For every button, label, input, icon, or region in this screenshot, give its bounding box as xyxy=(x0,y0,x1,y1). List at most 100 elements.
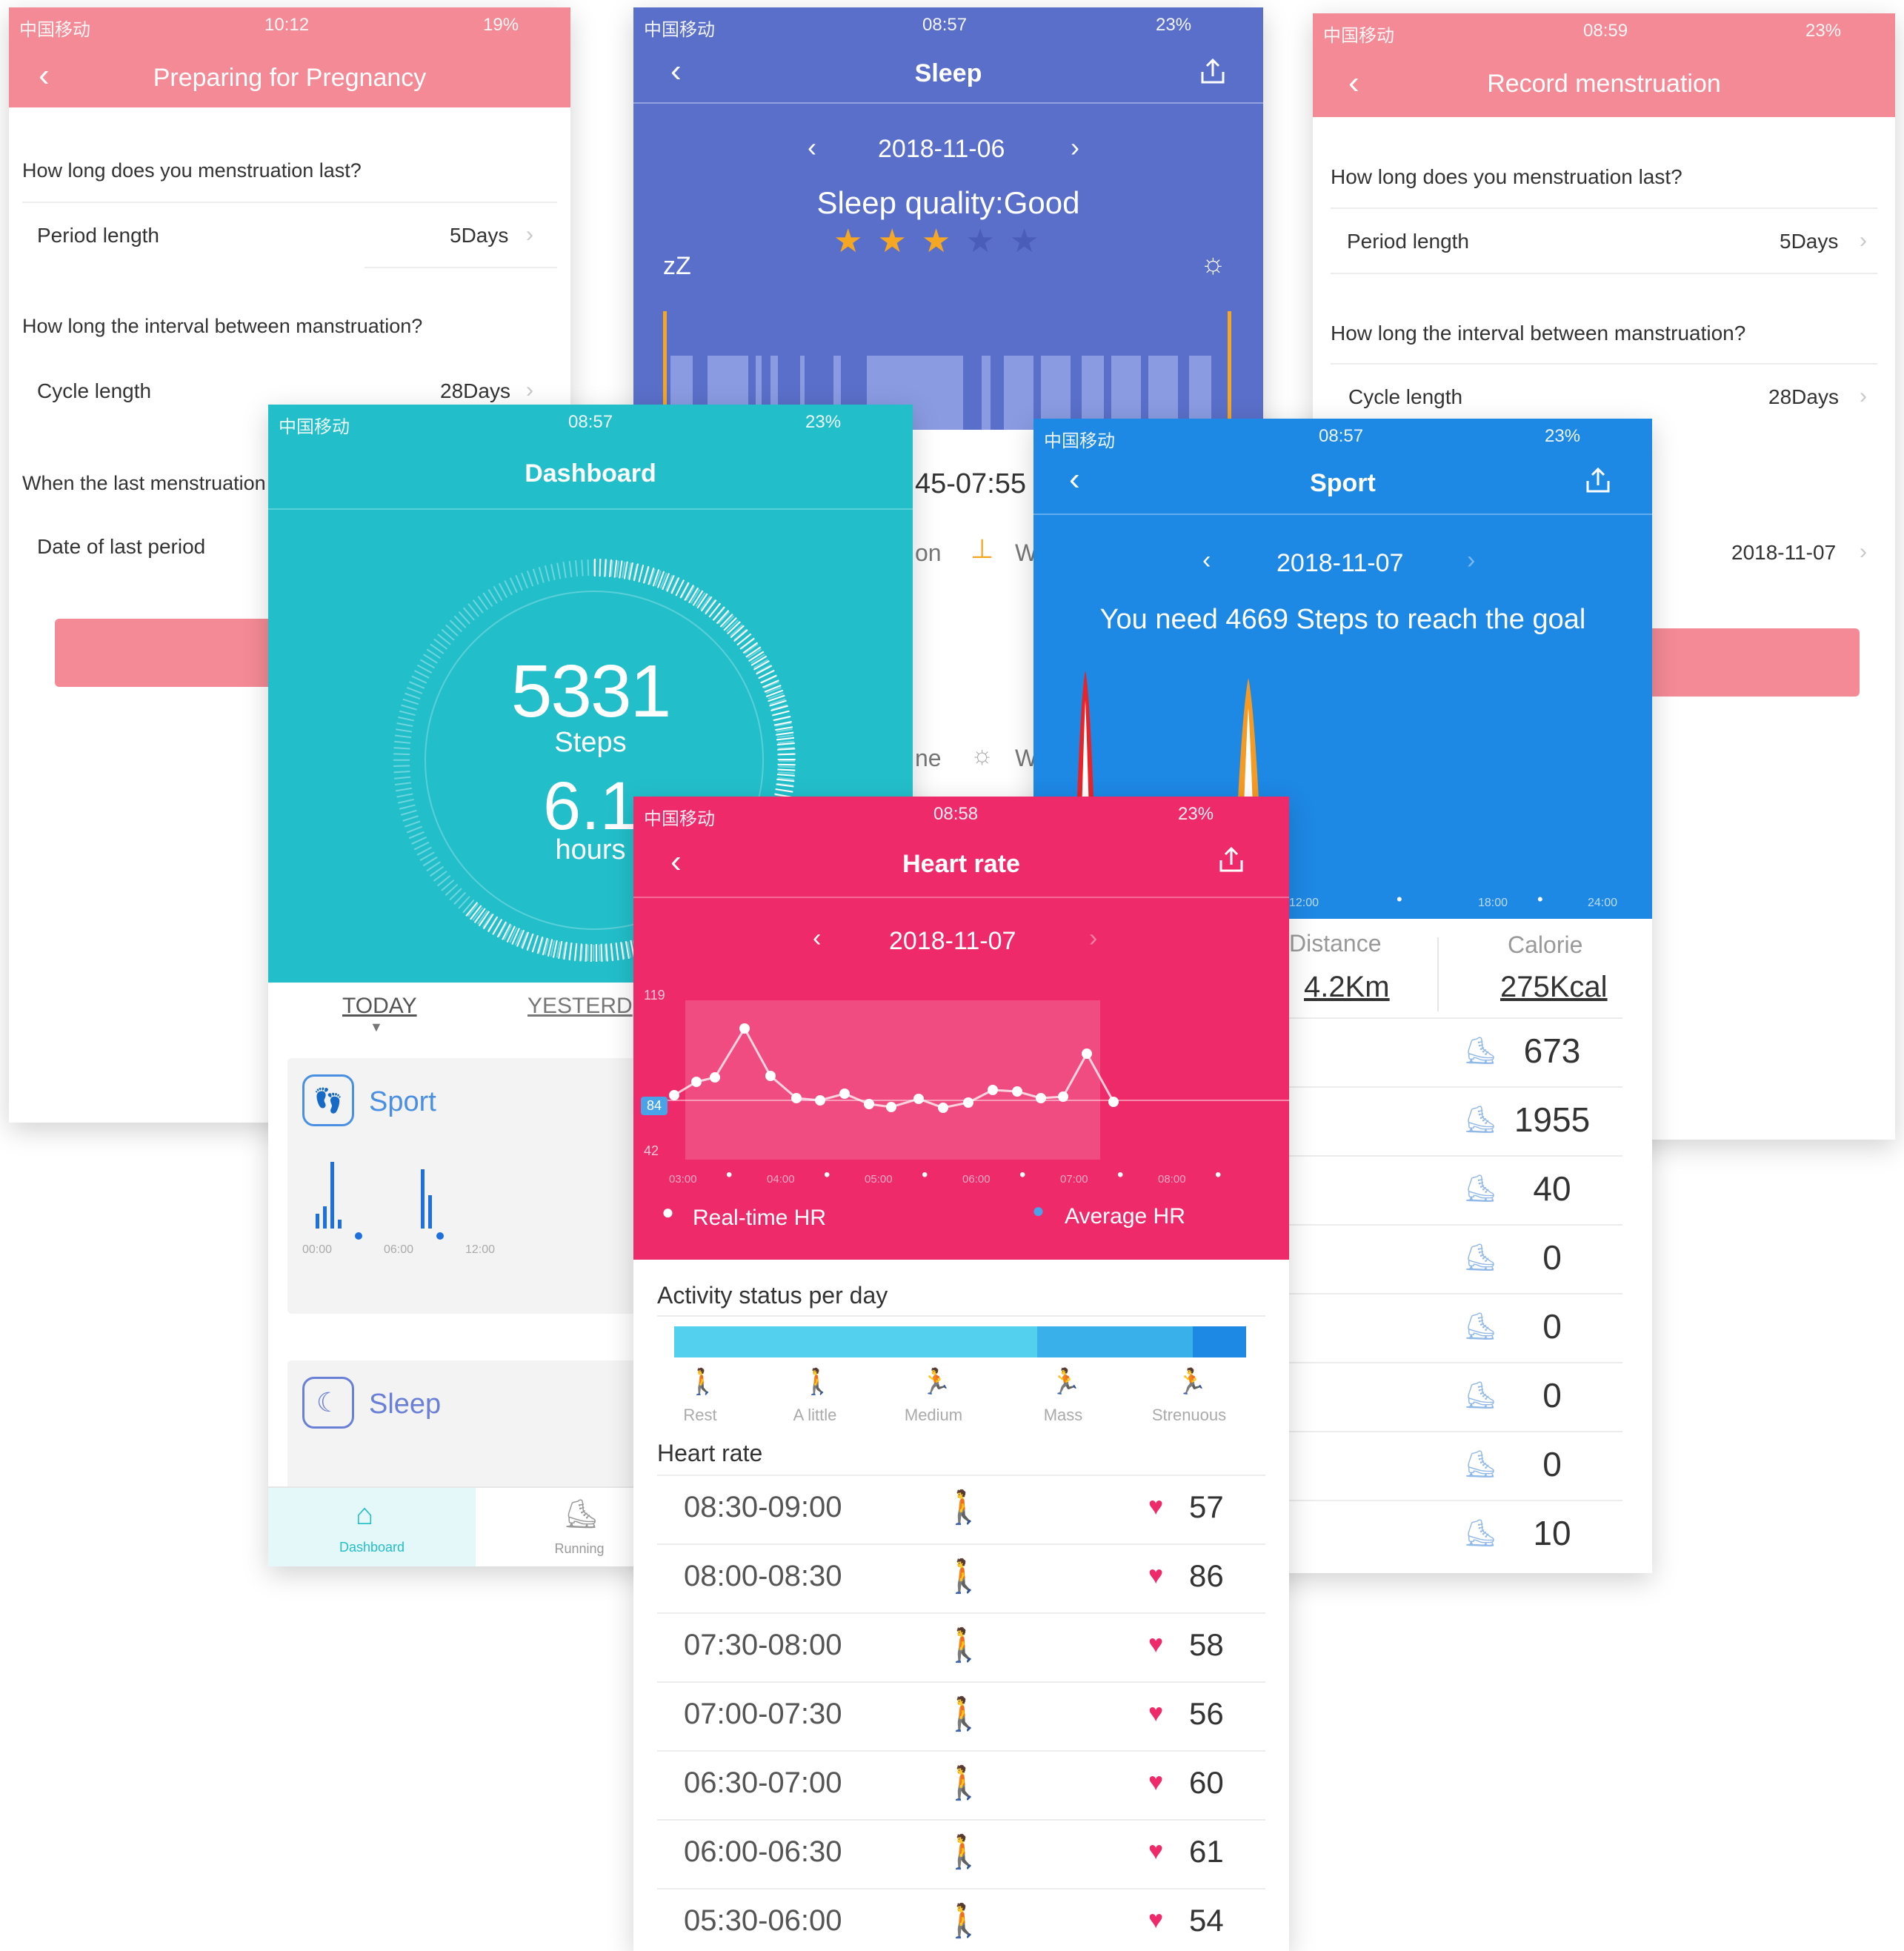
star-filled-icon: ★ xyxy=(877,223,922,259)
status-bar: 中国移动 10:12 19% xyxy=(9,7,570,40)
heart-icon: ♥ xyxy=(1148,1699,1164,1727)
hr-point xyxy=(1108,1097,1119,1107)
battery-label: 19% xyxy=(483,15,519,35)
clock: 08:57 xyxy=(1319,426,1364,446)
period-length-value: 5Days xyxy=(450,224,509,247)
hr-point xyxy=(864,1099,874,1109)
tab-yesterday[interactable]: YESTERD xyxy=(527,994,633,1019)
shoe-icon: ⛸ xyxy=(1463,1242,1497,1272)
x-tick-dot-icon: • xyxy=(1215,1165,1222,1185)
sleep-zz-icon: zZ xyxy=(663,252,691,280)
steps-row-value: 673 xyxy=(1523,1031,1581,1070)
x-tick-label: 03:00 xyxy=(669,1173,697,1186)
question-last-date: When the last menstruation xyxy=(22,472,266,494)
share-icon[interactable] xyxy=(1582,465,1614,497)
heart-rate-chart xyxy=(667,1000,1289,1160)
heart-icon: ♥ xyxy=(1148,1492,1164,1520)
shoe-icon: ⛸ xyxy=(1463,1518,1497,1548)
heart-icon: ♥ xyxy=(1148,1630,1164,1658)
share-icon[interactable] xyxy=(1215,844,1248,877)
tick-label: 00:00 xyxy=(302,1243,333,1256)
tick-label: 24:00 xyxy=(1588,897,1618,909)
clock: 10:12 xyxy=(264,15,310,35)
period-length-label: Period length xyxy=(1347,230,1470,253)
heart-rate-row: 06:30-07:00 🚶 ♥ 60 xyxy=(633,1750,1289,1819)
period-length-value: 5Days xyxy=(1780,230,1839,253)
heart-rate-value: 54 xyxy=(1189,1903,1224,1938)
legend-realtime: Real-time HR xyxy=(693,1206,827,1230)
status-bar: 中国移动 08:57 23% xyxy=(268,405,913,437)
x-tick-dot-icon: • xyxy=(1019,1165,1026,1185)
hr-point xyxy=(1058,1091,1068,1102)
question-interval: How long the interval between manstruati… xyxy=(1331,322,1746,345)
status-bar: 中国移动 08:57 23% xyxy=(633,7,1263,40)
carrier-label: 中国移动 xyxy=(1044,431,1115,451)
share-icon[interactable] xyxy=(1196,56,1229,88)
hr-point xyxy=(691,1077,702,1087)
battery-label: 23% xyxy=(1545,426,1581,446)
clock: 08:58 xyxy=(933,804,979,824)
heart-rate-value: 60 xyxy=(1189,1765,1224,1800)
heart-icon: ♥ xyxy=(1148,1906,1164,1934)
activity-level-icon: 🚶 xyxy=(687,1368,719,1396)
hr-point xyxy=(886,1102,896,1112)
prev-date-button[interactable]: ‹ xyxy=(1202,546,1211,575)
heart-rate-screen: 中国移动 08:58 23% ‹ Heart rate ‹ 2018-11-07… xyxy=(633,797,1289,1951)
time-range: 07:00-07:30 xyxy=(684,1698,842,1730)
heart-rate-value: 86 xyxy=(1189,1558,1224,1593)
quality-stars: ★★★★★ xyxy=(833,222,1053,260)
steps-count: 5331 xyxy=(510,650,671,733)
next-date-button[interactable]: › xyxy=(1071,132,1079,163)
shoe-icon: ⛸ xyxy=(1463,1449,1497,1479)
sport-label: Sport xyxy=(369,1086,436,1117)
activity-level-icon: 🏃 xyxy=(1050,1368,1082,1396)
hr-point xyxy=(1012,1086,1022,1097)
battery-label: 23% xyxy=(805,412,842,432)
battery-label: 23% xyxy=(1156,15,1192,35)
date-label: 2018-11-07 xyxy=(1276,549,1404,577)
last-period-label[interactable]: Date of last period xyxy=(37,535,205,559)
shoe-icon: ⛸ xyxy=(563,1499,599,1530)
sport-mini-chart xyxy=(316,1162,444,1240)
question-duration: How long does you menstruation last? xyxy=(1331,165,1682,188)
page-title: Dashboard xyxy=(525,459,656,488)
hr-point xyxy=(815,1095,825,1106)
time-range: 08:00-08:30 xyxy=(684,1560,842,1592)
prev-date-button[interactable]: ‹ xyxy=(808,132,816,163)
page-title: Preparing for Pregnancy xyxy=(153,64,427,92)
tick-label: 12:00 xyxy=(465,1243,496,1256)
hr-point xyxy=(1036,1093,1046,1103)
activity-level-label: Strenuous xyxy=(1151,1406,1227,1424)
nav-dashboard[interactable]: ⌂ Dashboard xyxy=(268,1488,476,1566)
hr-point xyxy=(1082,1048,1092,1059)
tab-today[interactable]: TODAY xyxy=(342,994,417,1019)
carrier-label: 中国移动 xyxy=(1323,26,1394,46)
y-axis-label: 119 xyxy=(644,988,665,1003)
cycle-length-label: Cycle length xyxy=(37,379,152,402)
time-range: 07:30-08:00 xyxy=(684,1629,842,1661)
shoe-icon: ⛸ xyxy=(1463,1104,1497,1134)
hr-point xyxy=(913,1094,924,1104)
activity-level-label: Mass xyxy=(1043,1406,1083,1424)
next-date-button[interactable]: › xyxy=(1089,924,1097,953)
sleep-label: Sleep xyxy=(369,1389,442,1420)
sleep-quality: Sleep quality:Good xyxy=(816,185,1080,220)
carrier-label: 中国移动 xyxy=(644,20,715,40)
battery-label: 23% xyxy=(1805,21,1842,41)
home-icon: ⌂ xyxy=(356,1498,374,1531)
shoe-icon: ⛸ xyxy=(1463,1311,1497,1341)
hr-point xyxy=(765,1071,776,1081)
sun-icon: ☼ xyxy=(1200,248,1226,279)
hr-point xyxy=(938,1103,948,1113)
hr-point xyxy=(669,1090,679,1100)
chevron-right-icon: › xyxy=(1860,539,1867,564)
activity-level-label: Rest xyxy=(683,1406,717,1424)
prev-date-button[interactable]: ‹ xyxy=(813,924,821,953)
x-tick-label: 06:00 xyxy=(962,1173,991,1186)
sun-small-icon: ☼ xyxy=(971,741,994,769)
sleep-header: 中国移动 08:57 23% ‹ Sleep ‹ 2018-11-06 › Sl… xyxy=(633,7,1263,430)
time-range: 08:30-09:00 xyxy=(684,1491,842,1523)
sleep-range: 45-07:55 xyxy=(915,468,1027,499)
next-date-button[interactable]: › xyxy=(1467,546,1475,575)
legend-average: Average HR xyxy=(1065,1204,1185,1229)
